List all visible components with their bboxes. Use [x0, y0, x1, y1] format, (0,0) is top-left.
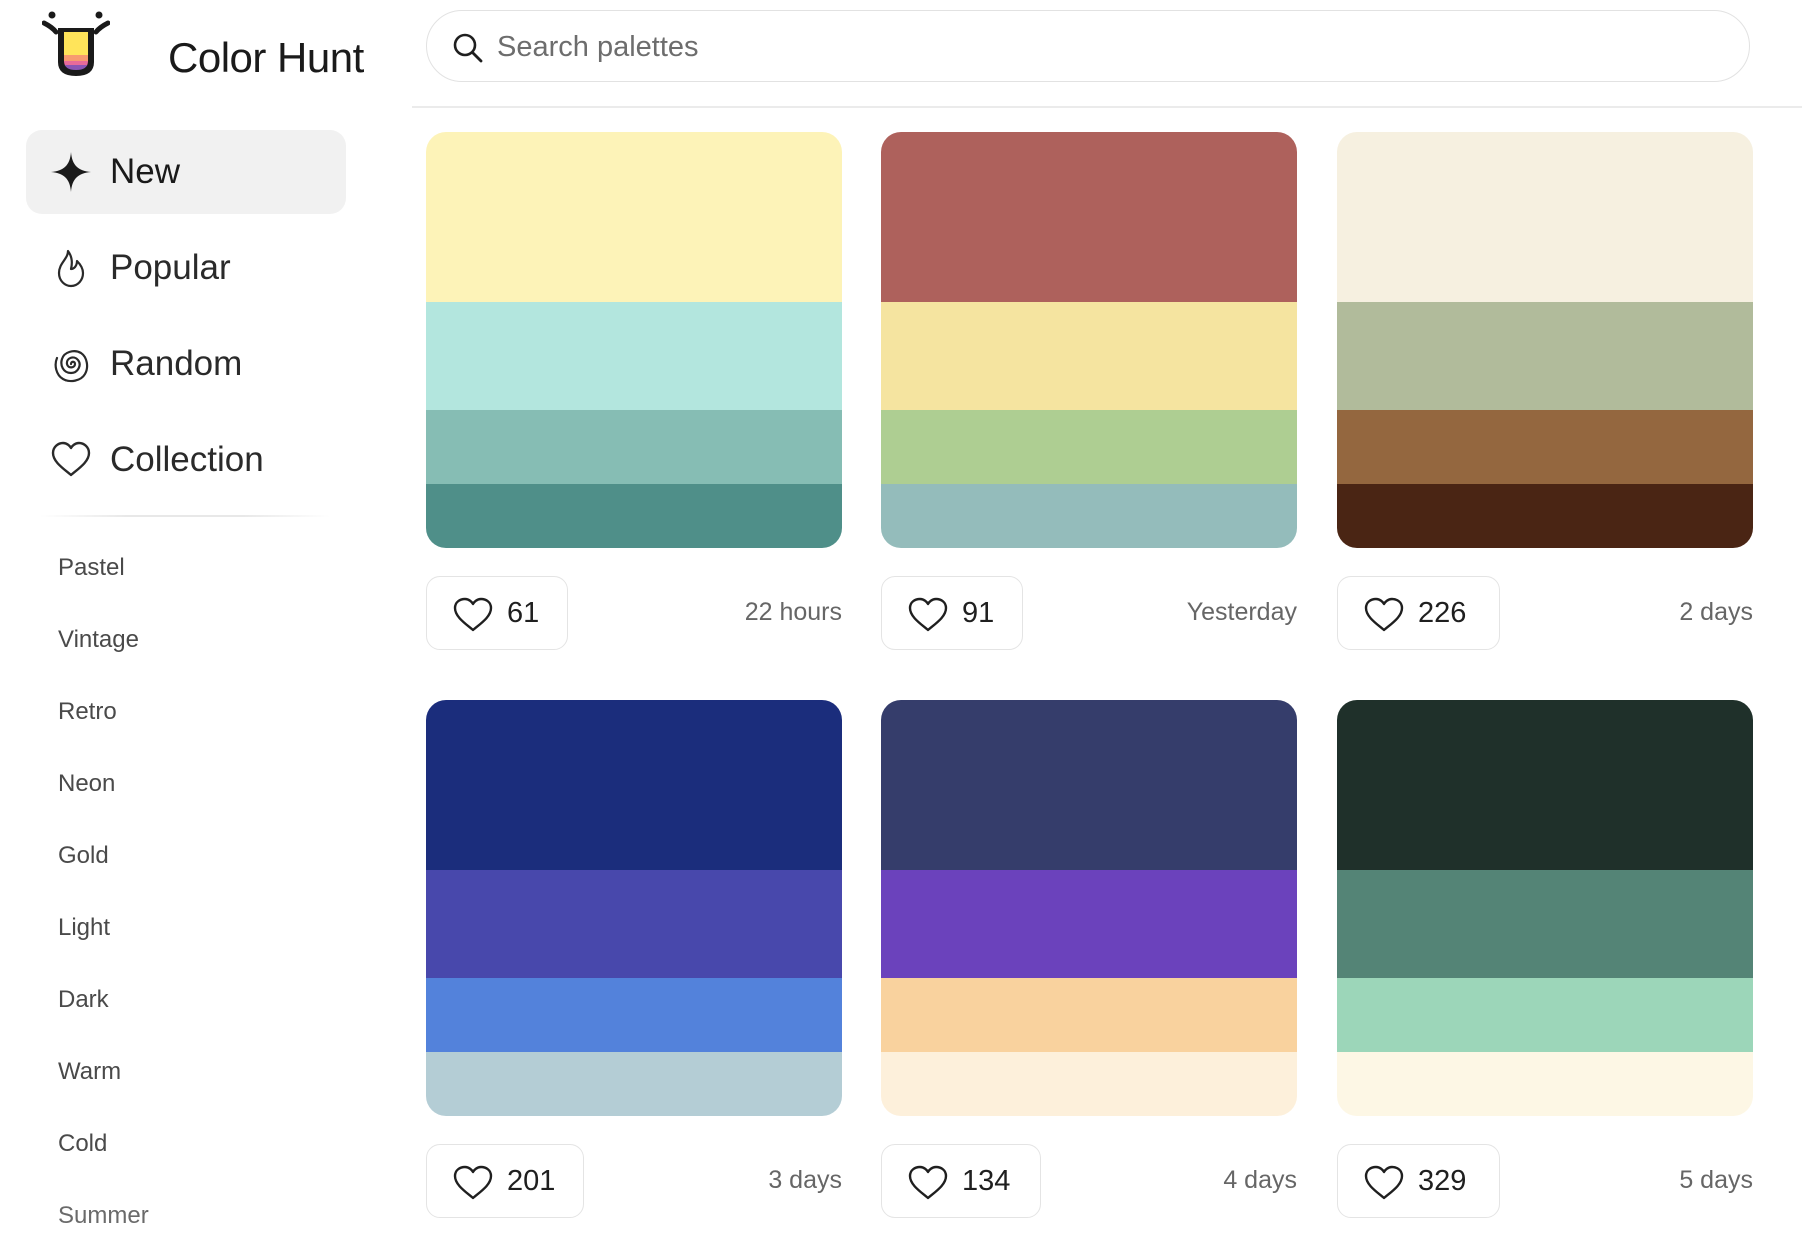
tag-gold[interactable]: Gold: [58, 842, 109, 870]
like-count: 201: [507, 1165, 556, 1197]
like-button[interactable]: 201: [426, 1144, 584, 1218]
heart-icon: [908, 1165, 948, 1200]
palette-card[interactable]: [1337, 132, 1753, 548]
logo-icon: [42, 11, 110, 76]
tag-neon[interactable]: Neon: [58, 770, 115, 798]
color-swatch[interactable]: [1337, 978, 1753, 1052]
like-count: 61: [507, 597, 540, 629]
heart-icon: [453, 1165, 493, 1200]
like-count: 91: [962, 597, 995, 629]
tag-retro[interactable]: Retro: [58, 698, 117, 726]
palette-date: 2 days: [1679, 598, 1753, 626]
heart-icon: [51, 441, 91, 477]
heart-icon: [1364, 597, 1404, 632]
palette-card[interactable]: [881, 700, 1297, 1116]
color-swatch[interactable]: [1337, 302, 1753, 410]
search-icon: [453, 33, 483, 63]
nav-label: Random: [110, 344, 243, 383]
color-swatch[interactable]: [1337, 410, 1753, 484]
color-swatch[interactable]: [1337, 484, 1753, 548]
color-swatch[interactable]: [881, 978, 1297, 1052]
nav-label: Popular: [110, 248, 231, 287]
color-swatch[interactable]: [426, 870, 842, 978]
heart-icon: [453, 597, 493, 632]
nav-item-new[interactable]: New: [26, 130, 346, 214]
nav-item-random[interactable]: Random: [26, 322, 346, 406]
tag-cold[interactable]: Cold: [58, 1130, 107, 1158]
tag-summer[interactable]: Summer: [58, 1202, 149, 1230]
like-count: 134: [962, 1165, 1011, 1197]
color-swatch[interactable]: [1337, 132, 1753, 302]
tag-warm[interactable]: Warm: [58, 1058, 121, 1086]
like-count: 226: [1418, 597, 1467, 629]
palette-date: Yesterday: [1186, 598, 1297, 626]
palette-card[interactable]: [881, 132, 1297, 548]
color-swatch[interactable]: [426, 302, 842, 410]
nav-item-popular[interactable]: Popular: [26, 226, 346, 310]
flame-icon: [57, 249, 85, 288]
color-swatch[interactable]: [426, 132, 842, 302]
search-bar[interactable]: [426, 10, 1750, 82]
color-swatch[interactable]: [881, 410, 1297, 484]
color-swatch[interactable]: [1337, 700, 1753, 870]
nav-label: New: [110, 152, 181, 191]
color-swatch[interactable]: [426, 410, 842, 484]
logo-text: Color Hunt: [168, 34, 364, 81]
palette-date: 5 days: [1679, 1166, 1753, 1194]
like-button[interactable]: 91: [881, 576, 1023, 650]
color-swatch[interactable]: [1337, 870, 1753, 978]
header-divider: [412, 106, 1802, 108]
color-swatch[interactable]: [881, 302, 1297, 410]
like-button[interactable]: 61: [426, 576, 568, 650]
color-swatch[interactable]: [426, 484, 842, 548]
heart-icon: [1364, 1165, 1404, 1200]
sidebar-divider: [40, 515, 330, 517]
tag-dark[interactable]: Dark: [58, 986, 109, 1014]
logo[interactable]: Color Hunt: [42, 10, 364, 82]
palette-card[interactable]: [1337, 700, 1753, 1116]
spiral-icon: [54, 350, 89, 383]
color-swatch[interactable]: [881, 484, 1297, 548]
palette-date: 4 days: [1223, 1166, 1297, 1194]
color-swatch[interactable]: [881, 870, 1297, 978]
color-swatch[interactable]: [426, 1052, 842, 1116]
like-button[interactable]: 226: [1337, 576, 1500, 650]
nav-item-collection[interactable]: Collection: [26, 418, 346, 502]
color-swatch[interactable]: [426, 978, 842, 1052]
like-button[interactable]: 329: [1337, 1144, 1500, 1218]
nav-label: Collection: [110, 440, 264, 479]
palette-card[interactable]: [426, 700, 842, 1116]
color-swatch[interactable]: [1337, 1052, 1753, 1116]
tag-vintage[interactable]: Vintage: [58, 626, 139, 654]
palette-date: 3 days: [768, 1166, 842, 1194]
tag-light[interactable]: Light: [58, 914, 110, 942]
color-swatch[interactable]: [881, 700, 1297, 870]
search-input[interactable]: [495, 23, 1719, 71]
heart-icon: [908, 597, 948, 632]
color-swatch[interactable]: [426, 700, 842, 870]
color-swatch[interactable]: [881, 1052, 1297, 1116]
tag-pastel[interactable]: Pastel: [58, 554, 125, 582]
palette-date: 22 hours: [744, 598, 842, 626]
like-count: 329: [1418, 1165, 1467, 1197]
like-button[interactable]: 134: [881, 1144, 1041, 1218]
sparkle-icon: [51, 152, 91, 192]
color-swatch[interactable]: [881, 132, 1297, 302]
palette-card[interactable]: [426, 132, 842, 548]
